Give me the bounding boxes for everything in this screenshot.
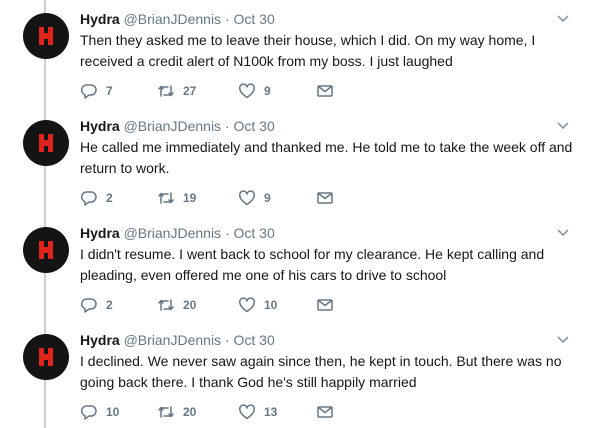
chevron-down-icon[interactable] — [556, 228, 570, 240]
avatar-logo-icon — [39, 241, 53, 259]
heart-icon — [239, 190, 255, 206]
retweet-icon — [158, 406, 174, 418]
retweet-button[interactable]: 20 — [157, 402, 196, 422]
tweet-time[interactable]: Oct 30 — [234, 118, 275, 134]
tweet-text: I didn't resume. I went back to school f… — [80, 246, 545, 283]
reply-button[interactable]: 2 — [80, 188, 113, 208]
direct-message-button[interactable] — [316, 295, 334, 315]
reply-icon — [80, 84, 97, 99]
author-name[interactable]: Hydra — [80, 11, 120, 27]
like-button[interactable]: 9 — [238, 188, 271, 208]
envelope-icon — [317, 85, 333, 97]
heart-icon — [239, 404, 255, 420]
author-handle[interactable]: @BrianJDennis — [124, 332, 221, 348]
reply-button[interactable]: 2 — [80, 295, 113, 315]
like-button[interactable]: 10 — [238, 295, 277, 315]
author-handle[interactable]: @BrianJDennis — [124, 11, 221, 27]
tweet-time[interactable]: Oct 30 — [234, 11, 275, 27]
author-handle[interactable]: @BrianJDennis — [124, 225, 221, 241]
reply-icon — [80, 191, 97, 206]
retweet-icon — [158, 192, 174, 204]
tweet-text: He called me immediately and thanked me.… — [80, 139, 573, 176]
separator: · — [224, 225, 230, 241]
envelope-icon — [317, 192, 333, 204]
like-count: 13 — [264, 405, 278, 419]
like-button[interactable]: 9 — [238, 81, 271, 101]
avatar-logo-icon — [39, 134, 53, 152]
direct-message-button[interactable] — [316, 81, 334, 101]
reply-icon — [80, 405, 97, 420]
tweet[interactable]: Hydra @BrianJDennis · Oct 30 I declined.… — [0, 321, 600, 428]
tweet-header: Hydra @BrianJDennis · Oct 30 — [80, 331, 275, 349]
author-handle[interactable]: @BrianJDennis — [124, 118, 221, 134]
reply-count: 10 — [106, 405, 120, 419]
tweet[interactable]: Hydra @BrianJDennis · Oct 30 I didn't re… — [0, 214, 600, 321]
reply-count: 2 — [106, 298, 113, 312]
retweet-count: 20 — [183, 405, 197, 419]
retweet-icon — [158, 299, 174, 311]
like-count: 10 — [264, 298, 278, 312]
retweet-icon — [158, 85, 174, 97]
retweet-count: 27 — [183, 84, 197, 98]
reply-button[interactable]: 7 — [80, 81, 113, 101]
retweet-count: 20 — [183, 298, 197, 312]
reply-count: 7 — [106, 84, 113, 98]
tweet[interactable]: Hydra @BrianJDennis · Oct 30 Then they a… — [0, 0, 600, 107]
chevron-down-icon[interactable] — [556, 335, 570, 347]
direct-message-button[interactable] — [316, 188, 334, 208]
chevron-down-icon[interactable] — [556, 14, 570, 26]
retweet-button[interactable]: 20 — [157, 295, 196, 315]
tweet-time[interactable]: Oct 30 — [234, 332, 275, 348]
tweet-time[interactable]: Oct 30 — [234, 225, 275, 241]
avatar-logo-icon — [39, 348, 53, 366]
separator: · — [224, 118, 230, 134]
chevron-down-icon[interactable] — [556, 121, 570, 133]
like-count: 9 — [264, 84, 271, 98]
avatar[interactable] — [23, 334, 69, 380]
reply-button[interactable]: 10 — [80, 402, 119, 422]
heart-icon — [239, 83, 255, 99]
author-name[interactable]: Hydra — [80, 118, 120, 134]
retweet-button[interactable]: 27 — [157, 81, 196, 101]
avatar-logo-icon — [39, 27, 53, 45]
author-name[interactable]: Hydra — [80, 225, 120, 241]
avatar[interactable] — [23, 227, 69, 273]
tweet-header: Hydra @BrianJDennis · Oct 30 — [80, 224, 275, 242]
retweet-count: 19 — [183, 191, 197, 205]
separator: · — [224, 11, 230, 27]
reply-count: 2 — [106, 191, 113, 205]
tweet[interactable]: Hydra @BrianJDennis · Oct 30 He called m… — [0, 107, 600, 214]
author-name[interactable]: Hydra — [80, 332, 120, 348]
envelope-icon — [317, 299, 333, 311]
tweet-header: Hydra @BrianJDennis · Oct 30 — [80, 10, 275, 28]
separator: · — [224, 332, 230, 348]
like-count: 9 — [264, 191, 271, 205]
avatar[interactable] — [23, 13, 69, 59]
tweet-text: I declined. We never saw again since the… — [80, 353, 562, 390]
direct-message-button[interactable] — [316, 402, 334, 422]
avatar[interactable] — [23, 120, 69, 166]
tweet-header: Hydra @BrianJDennis · Oct 30 — [80, 117, 275, 135]
reply-icon — [80, 298, 97, 313]
like-button[interactable]: 13 — [238, 402, 277, 422]
envelope-icon — [317, 406, 333, 418]
heart-icon — [239, 297, 255, 313]
retweet-button[interactable]: 19 — [157, 188, 196, 208]
tweet-text: Then they asked me to leave their house,… — [80, 32, 536, 69]
